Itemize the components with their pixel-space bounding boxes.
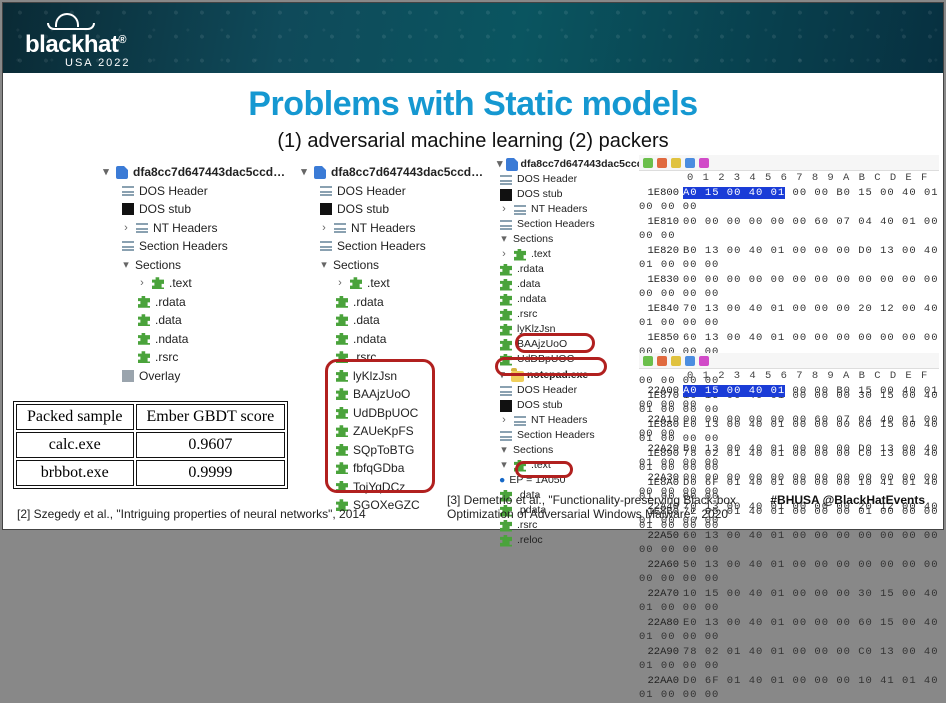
brand-name: blackhat <box>25 31 118 58</box>
pe-tree-left: ▾dfa8cc7d647443dac5ccd… DOS Header DOS s… <box>101 163 291 385</box>
header-banner: blackhat® USA 2022 <box>3 3 943 73</box>
pe-tree-small: ▾dfa8cc7d647443dac5ccd… DOS Header DOS s… <box>497 157 637 548</box>
slide-title: Problems with Static models <box>3 85 943 124</box>
brand-year: USA 2022 <box>65 57 131 69</box>
blackhat-logo: blackhat® USA 2022 <box>25 13 131 69</box>
ember-table: Packed sampleEmber GBDT score calc.exe0.… <box>13 401 288 489</box>
hat-icon <box>55 13 79 27</box>
hashtag: #BHUSA @BlackHatEvents <box>770 493 925 507</box>
slide-subtitle: (1) adversarial machine learning (2) pac… <box>3 130 943 153</box>
hex-panel-bottom: 0 1 2 3 4 5 6 7 8 9 A B C D E F 22A00A0 … <box>639 353 939 703</box>
tree-head: dfa8cc7d647443dac5ccd… <box>133 163 285 182</box>
tree-head: dfa8cc7d647443dac5ccd… <box>331 163 483 182</box>
pe-tree-middle: ▾dfa8cc7d647443dac5ccd… DOS Header DOS s… <box>299 163 499 515</box>
brand-reg: ® <box>118 34 126 46</box>
citation-2: [2] Szegedy et al., "Intriguing properti… <box>17 507 366 521</box>
citation-3: [3] Demetrio et al., "Functionality-pres… <box>447 493 777 521</box>
